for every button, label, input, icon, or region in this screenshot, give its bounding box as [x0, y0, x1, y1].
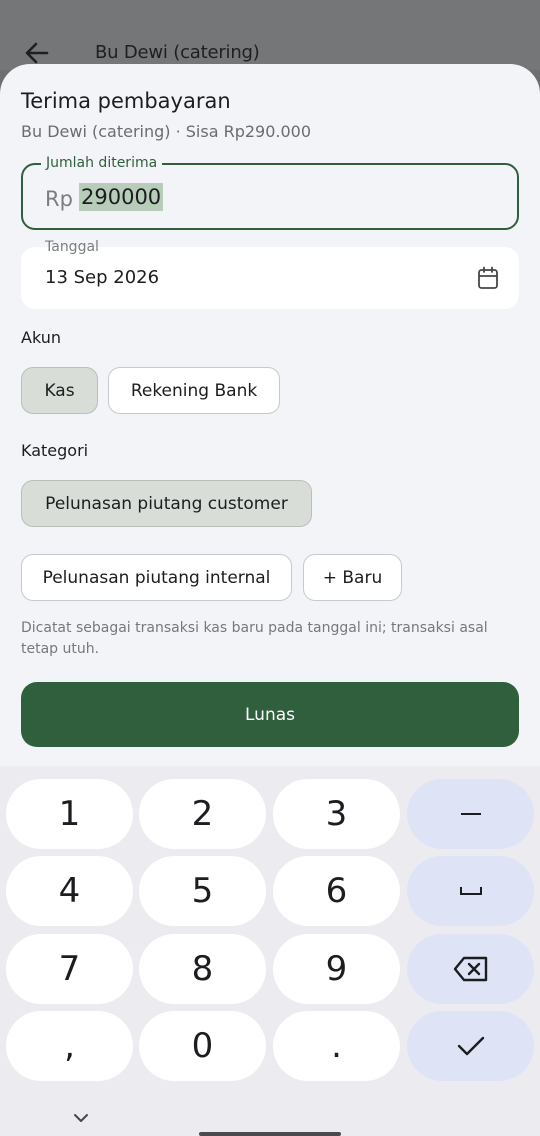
key-3[interactable]: 3 [273, 779, 400, 849]
sheet-subtitle: Bu Dewi (catering) · Sisa Rp290.000 [21, 122, 312, 141]
checkmark-icon [457, 1036, 484, 1056]
numeric-keyboard: 1 2 3 4 5 6 7 8 9 , 0 . [0, 766, 540, 1136]
date-field-label: Tanggal [45, 239, 99, 255]
key-0[interactable]: 0 [139, 1011, 266, 1081]
key-space[interactable] [407, 856, 534, 926]
chip-account-bank[interactable]: Rekening Bank [108, 367, 280, 414]
key-9[interactable]: 9 [273, 934, 400, 1004]
key-comma[interactable]: , [6, 1011, 133, 1081]
chip-category-internal[interactable]: Pelunasan piutang internal [21, 554, 292, 601]
app-bar: Bu Dewi (catering) [0, 0, 540, 70]
sheet-title: Terima pembayaran [21, 89, 231, 113]
app-bar-title: Bu Dewi (catering) [95, 42, 260, 63]
add-category-chip[interactable]: + Baru [303, 554, 402, 601]
calendar-icon[interactable] [477, 266, 499, 290]
info-note: Dicatat sebagai transaksi kas baru pada … [21, 620, 488, 657]
space-icon [459, 887, 482, 895]
key-period[interactable]: . [273, 1011, 400, 1081]
key-done[interactable] [407, 1011, 534, 1081]
key-5[interactable]: 5 [139, 856, 266, 926]
lunas-button[interactable]: Lunas [21, 682, 519, 747]
key-8[interactable]: 8 [139, 934, 266, 1004]
backspace-icon [453, 956, 487, 982]
chip-category-customer[interactable]: Pelunasan piutang customer [21, 480, 312, 527]
payment-bottom-sheet: Terima pembayaran Bu Dewi (catering) · S… [0, 64, 540, 1136]
chevron-down-icon[interactable] [72, 1112, 90, 1124]
amount-field[interactable]: Jumlah diterima Rp 290000 [21, 155, 519, 230]
key-minus[interactable] [407, 779, 534, 849]
key-1[interactable]: 1 [6, 779, 133, 849]
amount-currency-prefix: Rp [45, 187, 73, 211]
account-section-label: Akun [21, 328, 61, 347]
key-backspace[interactable] [407, 934, 534, 1004]
key-7[interactable]: 7 [6, 934, 133, 1004]
key-6[interactable]: 6 [273, 856, 400, 926]
home-indicator [199, 1132, 341, 1136]
key-2[interactable]: 2 [139, 779, 266, 849]
amount-input[interactable]: 290000 [79, 183, 164, 211]
date-value: 13 Sep 2026 [45, 267, 160, 288]
chip-account-kas[interactable]: Kas [21, 367, 98, 414]
date-field[interactable]: Tanggal 13 Sep 2026 [21, 239, 519, 309]
category-section-label: Kategori [21, 441, 89, 460]
amount-field-label: Jumlah diterima [41, 155, 163, 171]
minus-icon [460, 813, 481, 815]
key-4[interactable]: 4 [6, 856, 133, 926]
